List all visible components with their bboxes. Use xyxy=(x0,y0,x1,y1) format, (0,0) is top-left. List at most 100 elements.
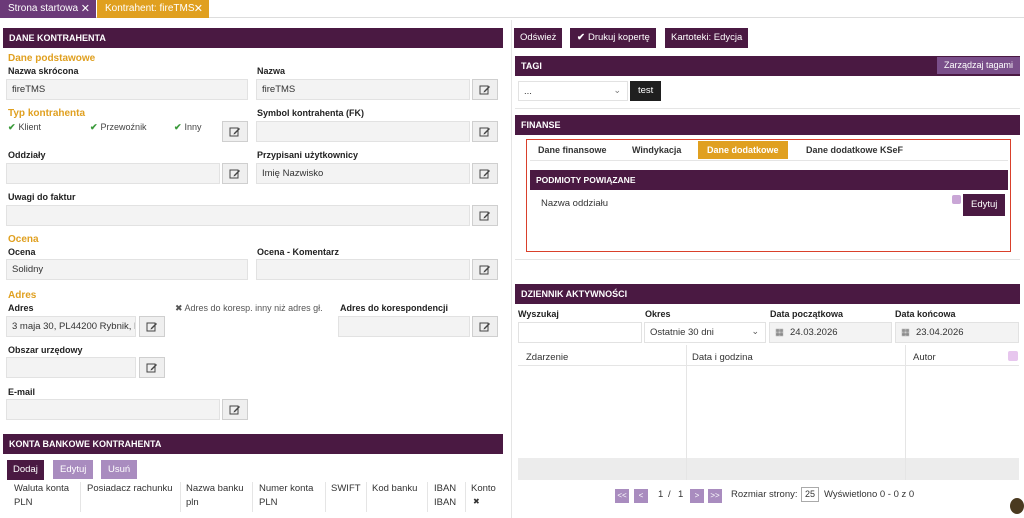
column-divider xyxy=(180,482,181,512)
column-header[interactable]: Waluta konta xyxy=(14,483,69,494)
tab-additional-data[interactable]: Dane dodatkowe xyxy=(698,141,788,159)
type-client-checkbox[interactable]: ✔ Klient xyxy=(8,122,41,133)
edit-icon xyxy=(479,265,490,274)
search-label: Wyszukaj xyxy=(518,309,559,319)
column-header[interactable]: Nazwa banku xyxy=(186,483,244,494)
tag-select[interactable]: ... ⌄ xyxy=(518,81,628,101)
end-date-input[interactable]: ▦ 23.04.2026 xyxy=(895,322,1019,343)
tab-bar: Strona startowa ✕ Kontrahent: fireTMS ✕ xyxy=(0,0,1024,18)
tab-contractor[interactable]: Kontrahent: fireTMS ✕ xyxy=(97,0,209,18)
edit-icon xyxy=(479,127,490,136)
last-page-button[interactable]: >> xyxy=(708,489,722,503)
tag-chip[interactable]: test xyxy=(630,81,662,101)
edit-fk-button[interactable] xyxy=(472,121,498,142)
column-header[interactable]: Kod banku xyxy=(372,483,417,494)
panel-divider xyxy=(511,20,512,518)
type-other-label: Inny xyxy=(184,122,202,132)
tab-home[interactable]: Strona startowa ✕ xyxy=(0,0,96,18)
edit-type-button[interactable] xyxy=(222,121,248,142)
office-area-field[interactable] xyxy=(6,357,136,378)
table-cell: PLN xyxy=(14,497,33,508)
email-field[interactable] xyxy=(6,399,220,420)
column-header-event[interactable]: Zdarzenie xyxy=(526,352,568,363)
edit-icon xyxy=(229,169,240,178)
rating-comment-field[interactable] xyxy=(256,259,470,280)
cross-icon: ✖ xyxy=(473,497,480,506)
branches-label: Oddziały xyxy=(8,150,46,160)
rating-label: Ocena xyxy=(8,247,36,257)
edit-users-button[interactable] xyxy=(472,163,498,184)
email-label: E-mail xyxy=(8,387,36,397)
prev-page-button[interactable]: < xyxy=(634,489,648,503)
edit-related-button[interactable]: Edytuj xyxy=(963,194,1006,216)
calendar-icon: ▦ xyxy=(775,327,784,338)
remove-bank-account-button[interactable]: Usuń xyxy=(101,460,138,479)
tab-financial-data[interactable]: Dane finansowe xyxy=(534,142,611,158)
column-divider xyxy=(686,345,687,480)
page-size-input[interactable]: 25 xyxy=(801,487,819,502)
column-divider xyxy=(905,345,906,480)
edit-invoice-notes-button[interactable] xyxy=(472,205,498,226)
settings-icon[interactable] xyxy=(952,195,961,204)
chat-icon[interactable] xyxy=(1010,498,1024,514)
chevron-down-icon: ⌄ xyxy=(751,326,759,336)
column-header-datetime[interactable]: Data i godzina xyxy=(692,352,753,363)
column-divider xyxy=(465,482,466,512)
column-header[interactable]: IBAN xyxy=(434,483,456,494)
edit-office-area-button[interactable] xyxy=(139,357,165,378)
manage-tags-button[interactable]: Zarządzaj tagami xyxy=(937,57,1021,74)
edit-name-button[interactable] xyxy=(472,79,498,100)
edit-rating-comment-button[interactable] xyxy=(472,259,498,280)
check-icon: ✔ xyxy=(8,122,16,132)
column-header[interactable]: Posiadacz rachunku xyxy=(87,483,173,494)
start-date-input[interactable]: ▦ 24.03.2026 xyxy=(769,322,892,343)
period-select[interactable]: Ostatnie 30 dni ⌄ xyxy=(644,322,766,343)
assigned-users-field[interactable]: Imię Nazwisko xyxy=(256,163,470,184)
settings-icon[interactable] xyxy=(1008,351,1018,361)
print-envelope-button[interactable]: ✔ Drukuj kopertę xyxy=(570,28,656,48)
edit-icon xyxy=(479,322,490,331)
address-label: Adres xyxy=(8,303,34,313)
check-icon: ✔ xyxy=(90,122,98,132)
search-input[interactable] xyxy=(518,322,642,343)
table-cell: pln xyxy=(186,497,199,508)
rating-field[interactable]: Solidny xyxy=(6,259,248,280)
address-field[interactable]: 3 maja 30, PL44200 Rybnik, P xyxy=(6,316,136,337)
correspondence-address-flag[interactable]: ✖ Adres do koresp. inny niż adres gł. xyxy=(175,303,323,314)
refresh-button[interactable]: Odśwież xyxy=(514,28,563,48)
correspondence-address-field[interactable] xyxy=(338,316,470,337)
name-field[interactable]: fireTMS xyxy=(256,79,470,100)
contractor-type-section: Typ kontrahenta xyxy=(8,108,86,119)
tab-collection[interactable]: Windykacja xyxy=(628,142,685,158)
add-bank-account-button[interactable]: Dodaj xyxy=(7,460,44,480)
edit-bank-account-button[interactable]: Edytuj xyxy=(53,460,94,479)
column-header[interactable]: Numer konta xyxy=(259,483,313,494)
table-header-divider xyxy=(518,365,1019,366)
edit-branches-button[interactable] xyxy=(222,163,248,184)
column-header[interactable]: Konto xyxy=(471,483,496,494)
calendar-icon: ▦ xyxy=(901,327,910,338)
column-header[interactable]: SWIFT xyxy=(331,483,361,494)
type-carrier-checkbox[interactable]: ✔ Przewoźnik xyxy=(90,122,147,133)
edit-correspondence-button[interactable] xyxy=(472,316,498,337)
type-other-checkbox[interactable]: ✔ Inny xyxy=(174,122,202,133)
section-divider xyxy=(515,108,1020,109)
assigned-users-label: Przypisani użytkownicy xyxy=(257,150,359,160)
column-header-author[interactable]: Autor xyxy=(913,352,936,363)
edit-email-button[interactable] xyxy=(222,399,248,420)
edit-icon xyxy=(479,169,490,178)
tab-additional-ksef[interactable]: Dane dodatkowe KSeF xyxy=(802,142,907,158)
tab-contractor-label: Kontrahent: fireTMS xyxy=(105,3,195,14)
edit-address-button[interactable] xyxy=(139,316,165,337)
activity-log-header: DZIENNIK AKTYWNOŚCI xyxy=(515,284,1020,304)
next-page-button[interactable]: > xyxy=(690,489,704,503)
branches-field[interactable] xyxy=(6,163,220,184)
short-name-field[interactable]: fireTMS xyxy=(6,79,248,100)
close-icon[interactable]: ✕ xyxy=(81,2,90,15)
related-entities-header: PODMIOTY POWIĄZANE xyxy=(530,170,1008,190)
invoice-notes-field[interactable] xyxy=(6,205,470,226)
close-icon[interactable]: ✕ xyxy=(194,2,203,15)
first-page-button[interactable]: << xyxy=(615,489,629,503)
fk-symbol-field[interactable] xyxy=(256,121,470,142)
cards-edit-button[interactable]: Kartoteki: Edycja xyxy=(665,28,749,48)
